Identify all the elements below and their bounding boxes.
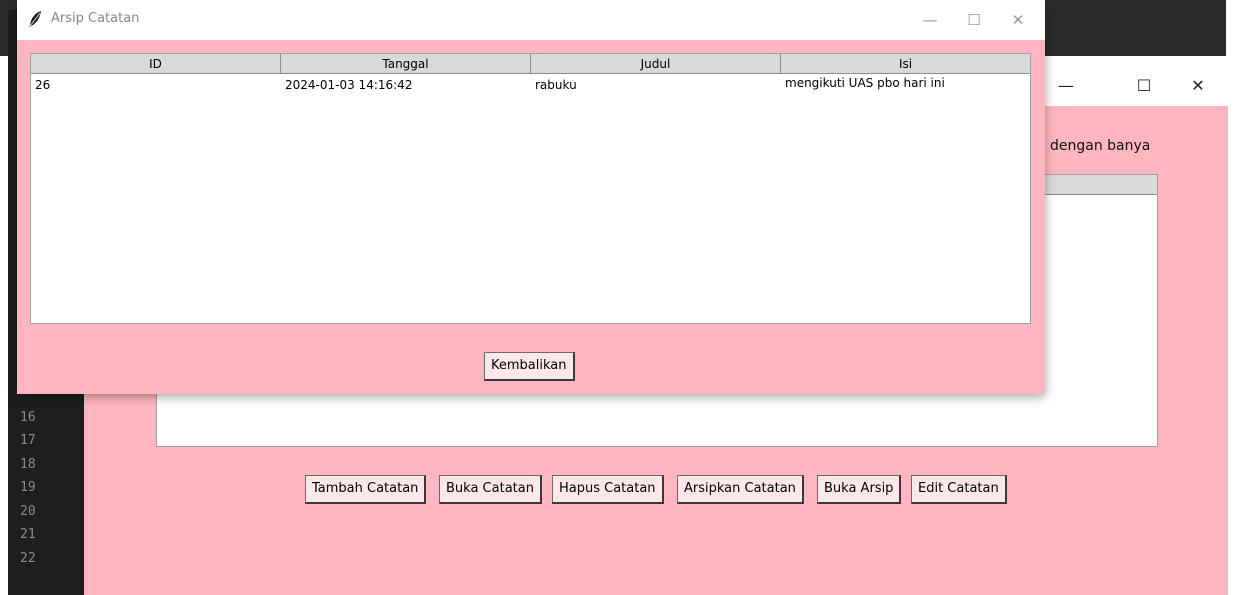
maximize-button[interactable]: ☐: [1124, 72, 1164, 100]
column-header-judul[interactable]: Judul: [531, 54, 781, 74]
open-note-button[interactable]: Buka Catatan: [439, 475, 542, 504]
maximize-button[interactable]: ☐: [955, 5, 993, 35]
column-header-tanggal[interactable]: Tanggal: [281, 54, 531, 74]
edit-note-button[interactable]: Edit Catatan: [911, 475, 1007, 504]
line-number: 20: [20, 504, 36, 519]
line-number: 19: [20, 480, 36, 495]
restore-button[interactable]: Kembalikan: [484, 352, 575, 381]
cell-tanggal: 2024-01-03 14:16:42: [285, 78, 413, 92]
open-archive-button[interactable]: Buka Arsip: [817, 475, 902, 504]
archive-window: Arsip Catatan — ☐ ✕ ID Tanggal Judul Isi…: [17, 0, 1045, 394]
close-button[interactable]: ✕: [999, 5, 1037, 35]
line-number: 22: [20, 551, 36, 566]
archive-note-button[interactable]: Arsipkan Catatan: [677, 475, 804, 504]
feather-icon: [29, 11, 41, 27]
cell-isi: mengikuti UAS pbo hari ini: [785, 76, 945, 90]
delete-note-button[interactable]: Hapus Catatan: [552, 475, 664, 504]
archive-table[interactable]: ID Tanggal Judul Isi 26 2024-01-03 14:16…: [30, 53, 1031, 324]
line-number: 17: [20, 433, 36, 448]
cell-id: 26: [35, 78, 51, 92]
window-title: Arsip Catatan: [51, 11, 140, 26]
add-note-button[interactable]: Tambah Catatan: [305, 475, 427, 504]
desktop: 16 17 18 19 20 21 22 — ☐ ✕ dengan banya …: [0, 0, 1234, 595]
cell-judul: rabuku: [535, 78, 577, 92]
minimize-button[interactable]: —: [911, 5, 949, 35]
archive-table-header: ID Tanggal Judul Isi: [31, 54, 1030, 74]
notes-table-cell: dengan banya: [1050, 138, 1151, 154]
line-number: 16: [20, 410, 36, 425]
minimize-button[interactable]: —: [1046, 72, 1086, 100]
column-header-isi[interactable]: Isi: [781, 54, 1030, 74]
line-number: 18: [20, 457, 36, 472]
column-header-id[interactable]: ID: [31, 54, 281, 74]
line-number: 21: [20, 527, 36, 542]
close-button[interactable]: ✕: [1178, 72, 1218, 100]
archive-window-titlebar[interactable]: Arsip Catatan — ☐ ✕: [17, 0, 1045, 40]
